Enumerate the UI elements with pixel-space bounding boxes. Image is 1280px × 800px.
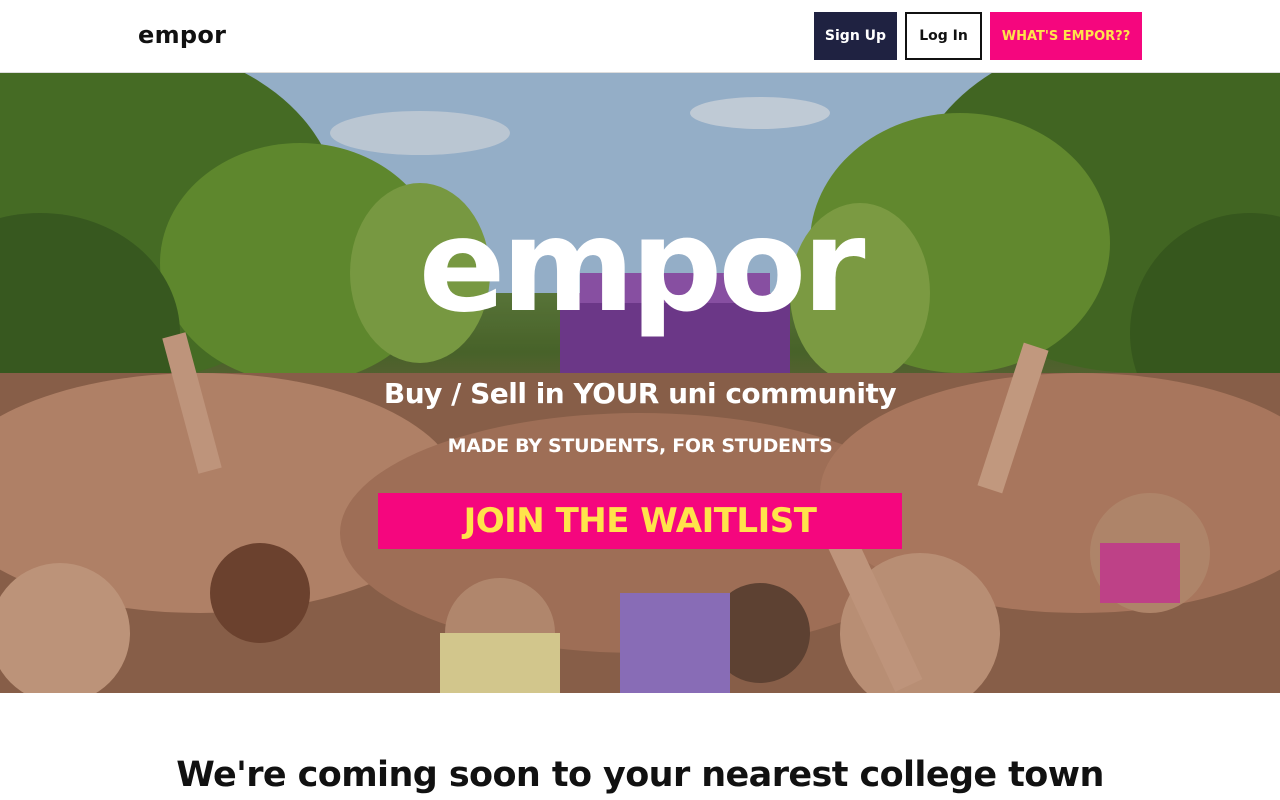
coming-soon-heading: We're coming soon to your nearest colleg… xyxy=(176,755,1104,795)
site-logo[interactable]: empor xyxy=(138,21,226,49)
hero-subtitle: Buy / Sell in YOUR uni community xyxy=(383,377,897,410)
hero-tagline: MADE BY STUDENTS, FOR STUDENTS xyxy=(447,435,833,457)
sign-up-button[interactable]: Sign Up xyxy=(814,12,897,60)
hero-title: empor xyxy=(418,192,866,341)
site-header: empor Sign Up Log In WHAT'S EMPOR?? xyxy=(0,0,1280,73)
join-waitlist-button[interactable]: JOIN THE WAITLIST xyxy=(378,493,902,549)
whats-empor-button[interactable]: WHAT'S EMPOR?? xyxy=(990,12,1142,60)
log-in-button[interactable]: Log In xyxy=(905,12,982,60)
hero-section: empor Buy / Sell in YOUR uni community M… xyxy=(0,73,1280,693)
